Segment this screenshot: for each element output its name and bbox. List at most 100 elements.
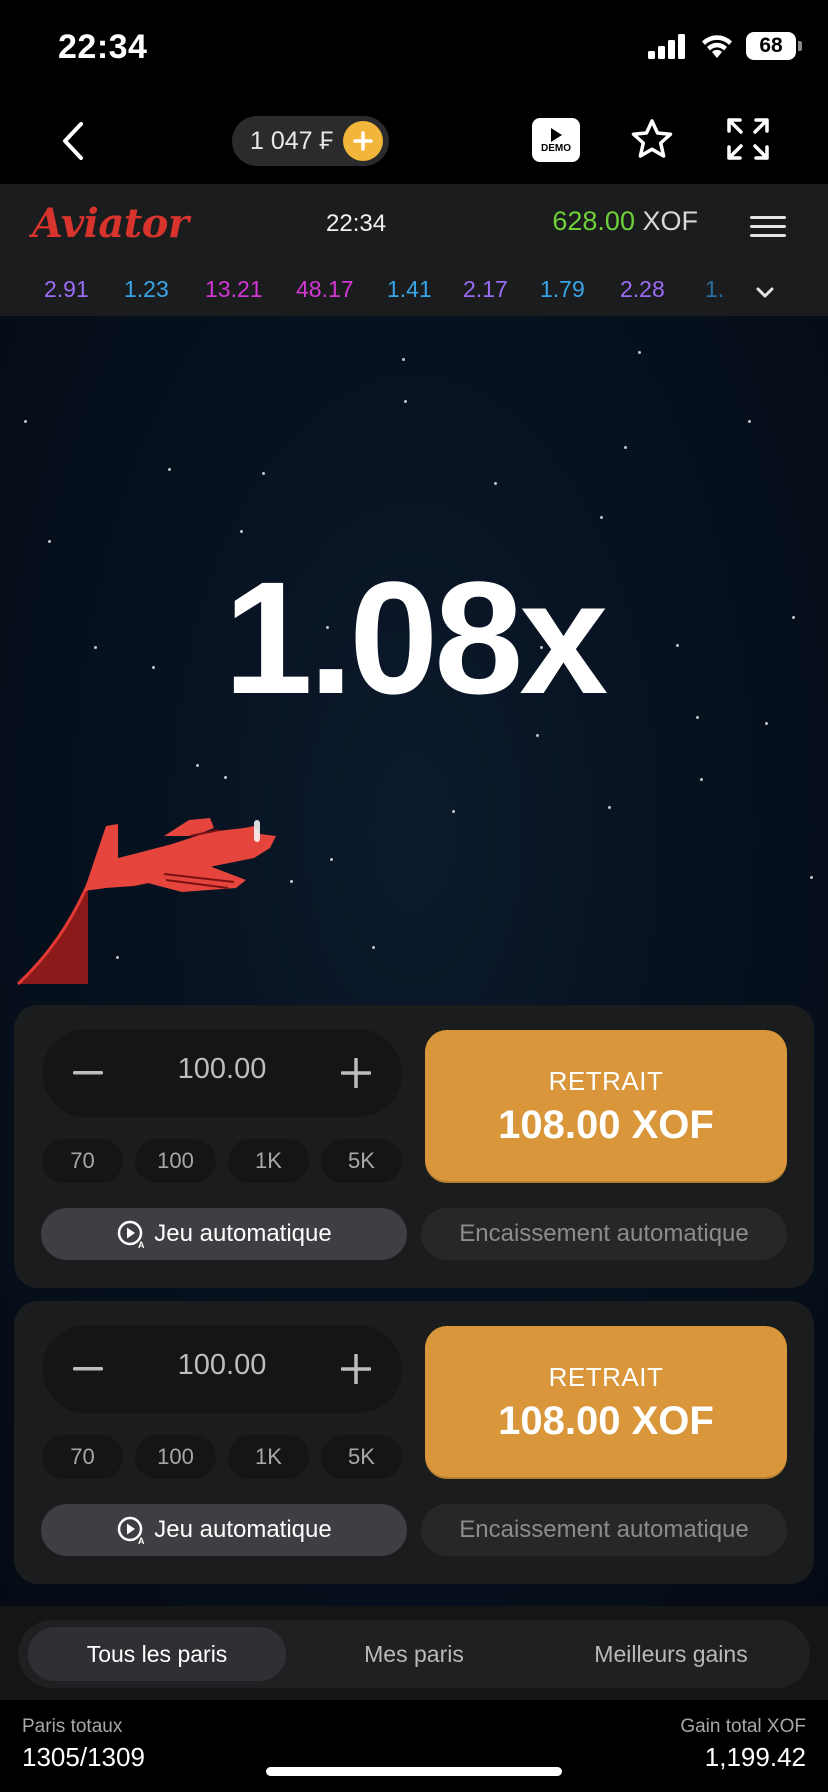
bet-panel-2: 100.00 70 100 1K 5K RETRAIT 108.00 XOF A… (14, 1301, 814, 1584)
auto-play-button[interactable]: A Jeu automatique (41, 1208, 407, 1260)
quick-amount-button[interactable]: 1K (228, 1435, 309, 1479)
wifi-icon (702, 35, 732, 58)
bets-tabs: Tous les paris Mes paris Meilleurs gains (18, 1620, 810, 1688)
total-bets-label: Paris totaux (22, 1716, 123, 1737)
background-star (240, 530, 243, 533)
chevron-left-icon (63, 122, 83, 160)
hamburger-icon-line (750, 233, 786, 237)
quick-amount-button[interactable]: 5K (321, 1139, 402, 1183)
hamburger-icon-line (750, 224, 786, 228)
add-funds-button[interactable] (343, 121, 384, 161)
history-item[interactable]: 1.23 (124, 276, 169, 303)
star-icon (631, 119, 673, 158)
history-item[interactable]: 13.21 (205, 276, 263, 303)
background-star (224, 776, 227, 779)
aviator-logo: Aviator (32, 200, 189, 247)
history-item[interactable]: 1.79 (540, 276, 585, 303)
cashout-amount: 108.00 XOF (498, 1398, 714, 1443)
game-time: 22:34 (326, 210, 387, 237)
cashout-amount: 108.00 XOF (498, 1102, 714, 1147)
total-win-label: Gain total XOF (680, 1716, 806, 1737)
quick-amounts: 70 100 1K 5K (42, 1435, 402, 1479)
background-star (600, 516, 603, 519)
background-star (402, 358, 405, 361)
signal-icon (648, 34, 685, 59)
background-star (452, 810, 455, 813)
demo-button[interactable]: DEMO (532, 118, 580, 162)
background-star (810, 876, 813, 879)
cashout-button[interactable]: RETRAIT 108.00 XOF (425, 1326, 787, 1479)
history-item[interactable]: 1. (705, 276, 724, 303)
game-balance-currency: XOF (642, 206, 698, 236)
bet-amount-stepper: 100.00 (42, 1325, 402, 1413)
background-star (330, 858, 333, 861)
current-multiplier: 1.08x (223, 548, 608, 727)
quick-amount-button[interactable]: 70 (42, 1435, 123, 1479)
hamburger-icon-line (750, 215, 786, 219)
fullscreen-button[interactable] (724, 114, 772, 164)
history-item[interactable]: 1.41 (387, 276, 432, 303)
increase-bet-button[interactable] (326, 1043, 386, 1103)
demo-label: DEMO (541, 142, 571, 154)
background-star (624, 446, 627, 449)
quick-amount-button[interactable]: 100 (135, 1139, 216, 1183)
chevron-down-icon (756, 287, 774, 298)
quick-amount-button[interactable]: 70 (42, 1139, 123, 1183)
game-balance: 628.00 XOF (552, 206, 698, 237)
quick-amount-button[interactable]: 5K (321, 1435, 402, 1479)
background-star (196, 764, 199, 767)
svg-text:A: A (138, 1536, 145, 1545)
bets-tabs-area: Tous les paris Mes paris Meilleurs gains (0, 1606, 828, 1700)
wallet-balance[interactable]: 1 047 ₣ (232, 116, 390, 166)
bet-panel-1: 100.00 70 100 1K 5K RETRAIT 108.00 XOF A… (14, 1005, 814, 1288)
plus-icon (353, 131, 374, 151)
background-star (700, 778, 703, 781)
background-star (404, 400, 407, 403)
play-icon (551, 127, 562, 142)
auto-cashout-label: Encaissement automatique (459, 1516, 749, 1543)
tab-top-wins[interactable]: Meilleurs gains (542, 1627, 800, 1681)
background-star (372, 946, 375, 949)
background-star (638, 351, 641, 354)
app-nav: 1 047 ₣ DEMO (0, 100, 828, 184)
cashout-label: RETRAIT (548, 1065, 664, 1096)
favorite-button[interactable] (628, 114, 676, 164)
battery-indicator: 68 (746, 32, 802, 60)
decrease-bet-button[interactable] (58, 1339, 118, 1399)
history-item[interactable]: 48.17 (296, 276, 354, 303)
auto-play-icon: A (118, 1516, 145, 1545)
tab-my-bets[interactable]: Mes paris (294, 1627, 534, 1681)
auto-play-button[interactable]: A Jeu automatique (41, 1504, 407, 1556)
menu-button[interactable] (750, 208, 786, 244)
auto-cashout-toggle[interactable]: Encaissement automatique (421, 1504, 787, 1556)
background-star (168, 468, 171, 471)
quick-amount-button[interactable]: 1K (228, 1139, 309, 1183)
minus-icon (73, 1071, 103, 1075)
expand-icon (727, 118, 769, 160)
auto-play-icon: A (118, 1220, 145, 1249)
history-expand-button[interactable] (750, 278, 780, 308)
background-star (262, 472, 265, 475)
quick-amount-button[interactable]: 100 (135, 1435, 216, 1479)
history-item[interactable]: 2.17 (463, 276, 508, 303)
background-star (608, 806, 611, 809)
cashout-button[interactable]: RETRAIT 108.00 XOF (425, 1030, 787, 1183)
auto-cashout-toggle[interactable]: Encaissement automatique (421, 1208, 787, 1260)
game-balance-amount: 628.00 (552, 206, 635, 236)
auto-cashout-label: Encaissement automatique (459, 1220, 749, 1247)
minus-icon (73, 1367, 103, 1371)
bet-amount-value[interactable]: 100.00 (122, 1349, 322, 1382)
total-bets-value: 1305/1309 (22, 1742, 145, 1772)
home-indicator[interactable] (266, 1767, 562, 1776)
status-bar: 22:34 68 (0, 0, 828, 100)
tab-all-bets[interactable]: Tous les paris (28, 1627, 286, 1681)
background-star (24, 420, 27, 423)
increase-bet-button[interactable] (326, 1339, 386, 1399)
decrease-bet-button[interactable] (58, 1043, 118, 1103)
back-button[interactable] (50, 116, 96, 166)
total-win-value: 1,199.42 (704, 1742, 806, 1772)
history-item[interactable]: 2.91 (44, 276, 89, 303)
history-item[interactable]: 2.28 (620, 276, 665, 303)
auto-play-label: Jeu automatique (154, 1220, 332, 1247)
bet-amount-value[interactable]: 100.00 (122, 1053, 322, 1086)
